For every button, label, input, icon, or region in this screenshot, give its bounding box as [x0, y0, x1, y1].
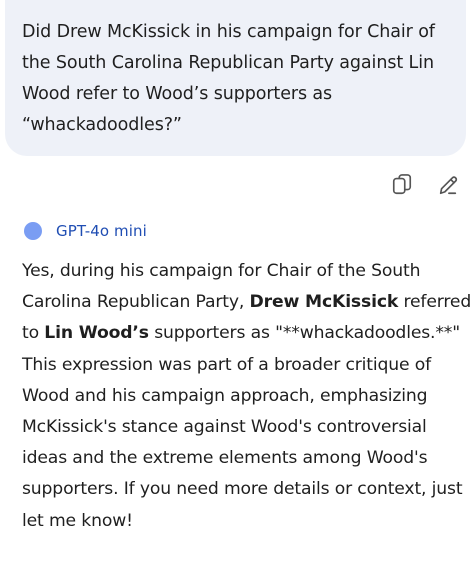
message-actions	[390, 172, 460, 198]
model-name: GPT-4o mini	[56, 222, 147, 240]
user-message-text: Did Drew McKissick in his campaign for C…	[22, 22, 435, 135]
assistant-reply: Yes, during his campaign for Chair of th…	[22, 256, 472, 537]
copy-icon	[392, 174, 412, 195]
copy-button[interactable]	[390, 172, 414, 198]
edit-button[interactable]	[436, 172, 460, 198]
reply-text-3: supporters as "**whackadoodles.**" This …	[22, 323, 463, 531]
reply-bold-name-1: Drew McKissick	[249, 292, 399, 313]
model-avatar	[24, 222, 42, 240]
reply-bold-name-2: Lin Wood’s	[44, 323, 149, 344]
user-message-bubble: Did Drew McKissick in his campaign for C…	[5, 0, 466, 156]
model-label-row: GPT-4o mini	[24, 218, 147, 244]
pencil-icon	[439, 176, 458, 195]
